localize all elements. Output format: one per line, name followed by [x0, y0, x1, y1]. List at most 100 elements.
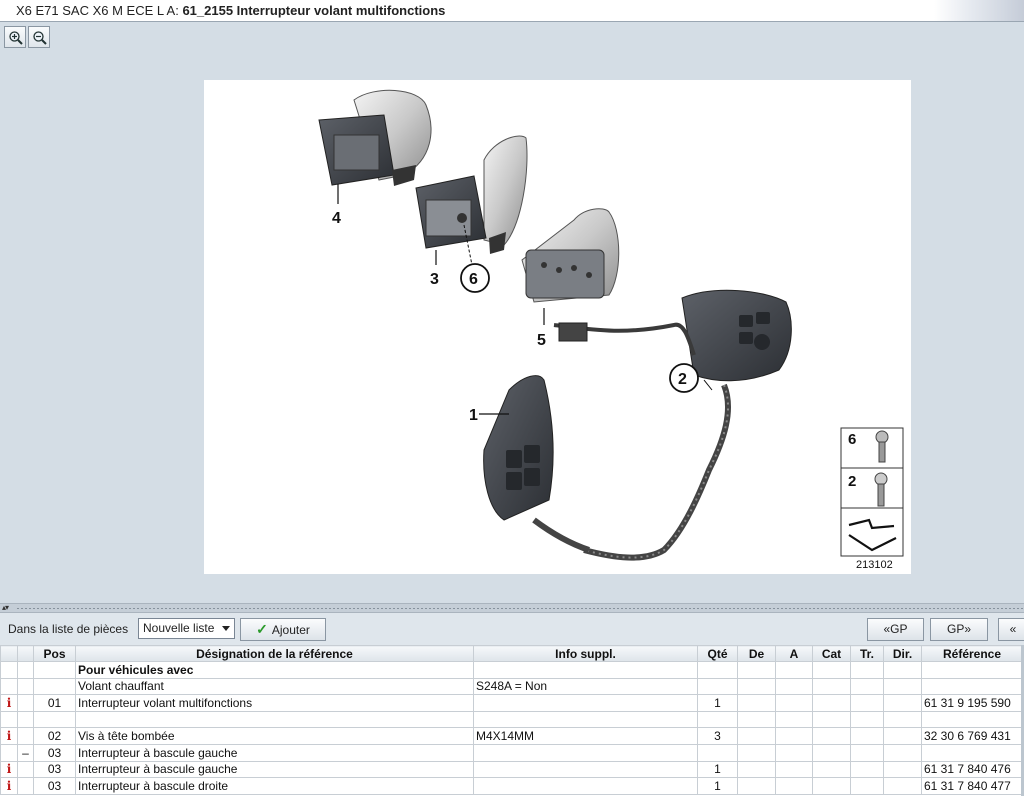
- row-designation: Interrupteur à bascule gauche: [75, 743, 474, 762]
- next-gp-button[interactable]: GP»: [930, 618, 988, 641]
- info-icon[interactable]: i: [0, 760, 18, 779]
- col-header-de[interactable]: De: [737, 645, 776, 662]
- info-icon[interactable]: [0, 661, 18, 679]
- parts-diagram[interactable]: 4 3 6 5 2 1 6 2 213102: [204, 80, 911, 574]
- table-row[interactable]: i 03 Interrupteur à bascule gauche 1 61 …: [0, 760, 1023, 779]
- table-header-row: Pos Désignation de la référence Info sup…: [0, 645, 1023, 662]
- parts-list-select[interactable]: Nouvelle liste: [138, 618, 235, 639]
- row-reference: [921, 677, 1023, 696]
- row-pos: 01: [33, 694, 76, 712]
- row-reference: [921, 710, 1023, 729]
- callout-6: 6: [469, 271, 478, 288]
- table-row[interactable]: [0, 710, 1023, 729]
- col-header-mark[interactable]: [17, 645, 34, 662]
- table-row[interactable]: i 01 Interrupteur volant multifonctions …: [0, 694, 1023, 712]
- info-icon[interactable]: [0, 677, 18, 696]
- col-header-info-suppl[interactable]: Info suppl.: [473, 645, 698, 662]
- row-cat: [812, 710, 851, 729]
- row-a: [775, 777, 813, 795]
- chevron-down-icon: [222, 626, 230, 631]
- col-header-cat[interactable]: Cat: [812, 645, 851, 662]
- row-qty: 1: [697, 777, 738, 795]
- row-tr: [850, 677, 884, 696]
- row-info-suppl: [473, 777, 698, 795]
- row-info-suppl: S248A = Non: [473, 677, 698, 696]
- parts-diagram-svg: 4 3 6 5 2 1 6 2 213102: [318, 89, 904, 571]
- info-icon[interactable]: [0, 710, 18, 729]
- window-title-bar: X6 E71 SAC X6 M ECE L A: 61_2155 Interru…: [0, 0, 1024, 22]
- zoom-in-button[interactable]: [4, 26, 26, 48]
- table-row[interactable]: i 03 Interrupteur à bascule droite 1 61 …: [0, 777, 1023, 795]
- row-a: [775, 760, 813, 779]
- row-mark: [17, 694, 34, 712]
- part-5-switch: [521, 208, 620, 325]
- row-a: [775, 661, 813, 679]
- col-header-reference[interactable]: Référence: [921, 645, 1023, 662]
- row-dir: [883, 760, 922, 779]
- row-cat: [812, 677, 851, 696]
- row-mark: [17, 777, 34, 795]
- col-header-info[interactable]: [0, 645, 18, 662]
- callout-2: 2: [678, 371, 687, 388]
- callout-4: 4: [332, 210, 341, 227]
- info-icon[interactable]: i: [0, 727, 18, 745]
- parts-list-label: Dans la liste de pièces: [8, 622, 129, 636]
- zoom-out-button[interactable]: [28, 26, 50, 48]
- row-designation: Volant chauffant: [75, 677, 474, 696]
- row-dir: [883, 677, 922, 696]
- title-decoration: [934, 0, 1024, 21]
- row-cat: [812, 661, 851, 679]
- table-row[interactable]: – 03 Interrupteur à bascule gauche: [0, 743, 1023, 762]
- row-de: [737, 694, 776, 712]
- info-icon[interactable]: [0, 743, 18, 762]
- row-reference: 61 31 7 840 476: [921, 760, 1023, 779]
- row-dir: [883, 694, 922, 712]
- info-icon[interactable]: i: [0, 777, 18, 795]
- row-de: [737, 743, 776, 762]
- row-a: [775, 743, 813, 762]
- row-de: [737, 727, 776, 745]
- row-de: [737, 661, 776, 679]
- collapse-marker[interactable]: –: [17, 743, 34, 762]
- row-designation: Interrupteur à bascule gauche: [75, 760, 474, 779]
- row-pos: 03: [33, 777, 76, 795]
- info-icon[interactable]: i: [0, 694, 18, 712]
- row-designation: Pour véhicules avec: [75, 661, 474, 679]
- col-header-qty[interactable]: Qté: [697, 645, 738, 662]
- row-qty: [697, 743, 738, 762]
- col-header-dir[interactable]: Dir.: [883, 645, 922, 662]
- callout-1: 1: [469, 407, 478, 424]
- row-tr: [850, 760, 884, 779]
- row-de: [737, 777, 776, 795]
- panel-splitter[interactable]: ▴▾: [0, 603, 1024, 613]
- splitter-arrows-icon[interactable]: ▴▾: [2, 603, 9, 613]
- row-a: [775, 694, 813, 712]
- row-pos: 02: [33, 727, 76, 745]
- row-tr: [850, 743, 884, 762]
- col-header-pos[interactable]: Pos: [33, 645, 76, 662]
- prev-gp-button[interactable]: «GP: [867, 618, 924, 641]
- zoom-in-icon: [9, 31, 23, 45]
- table-row[interactable]: i 02 Vis à tête bombée M4X14MM 3 32 30 6…: [0, 727, 1023, 745]
- row-qty: [697, 661, 738, 679]
- col-header-a[interactable]: A: [775, 645, 813, 662]
- row-a: [775, 710, 813, 729]
- col-header-tr[interactable]: Tr.: [850, 645, 884, 662]
- row-reference: 61 31 7 840 477: [921, 777, 1023, 795]
- row-cat: [812, 694, 851, 712]
- part-3-switch: [415, 135, 528, 266]
- title-prefix: X6 E71 SAC X6 M ECE L A:: [16, 3, 183, 18]
- row-mark: [17, 727, 34, 745]
- row-designation: Interrupteur à bascule droite: [75, 777, 474, 795]
- table-row[interactable]: Pour véhicules avec: [0, 661, 1023, 679]
- add-button[interactable]: ✓ Ajouter: [240, 618, 326, 641]
- row-cat: [812, 777, 851, 795]
- table-row[interactable]: Volant chauffant S248A = Non: [0, 677, 1023, 696]
- col-header-designation[interactable]: Désignation de la référence: [75, 645, 474, 662]
- row-tr: [850, 661, 884, 679]
- row-tr: [850, 727, 884, 745]
- more-button[interactable]: «: [998, 618, 1024, 641]
- callout-3: 3: [430, 271, 439, 288]
- hardware-legend: 6 2 213102: [840, 427, 904, 571]
- row-reference: 61 31 9 195 590: [921, 694, 1023, 712]
